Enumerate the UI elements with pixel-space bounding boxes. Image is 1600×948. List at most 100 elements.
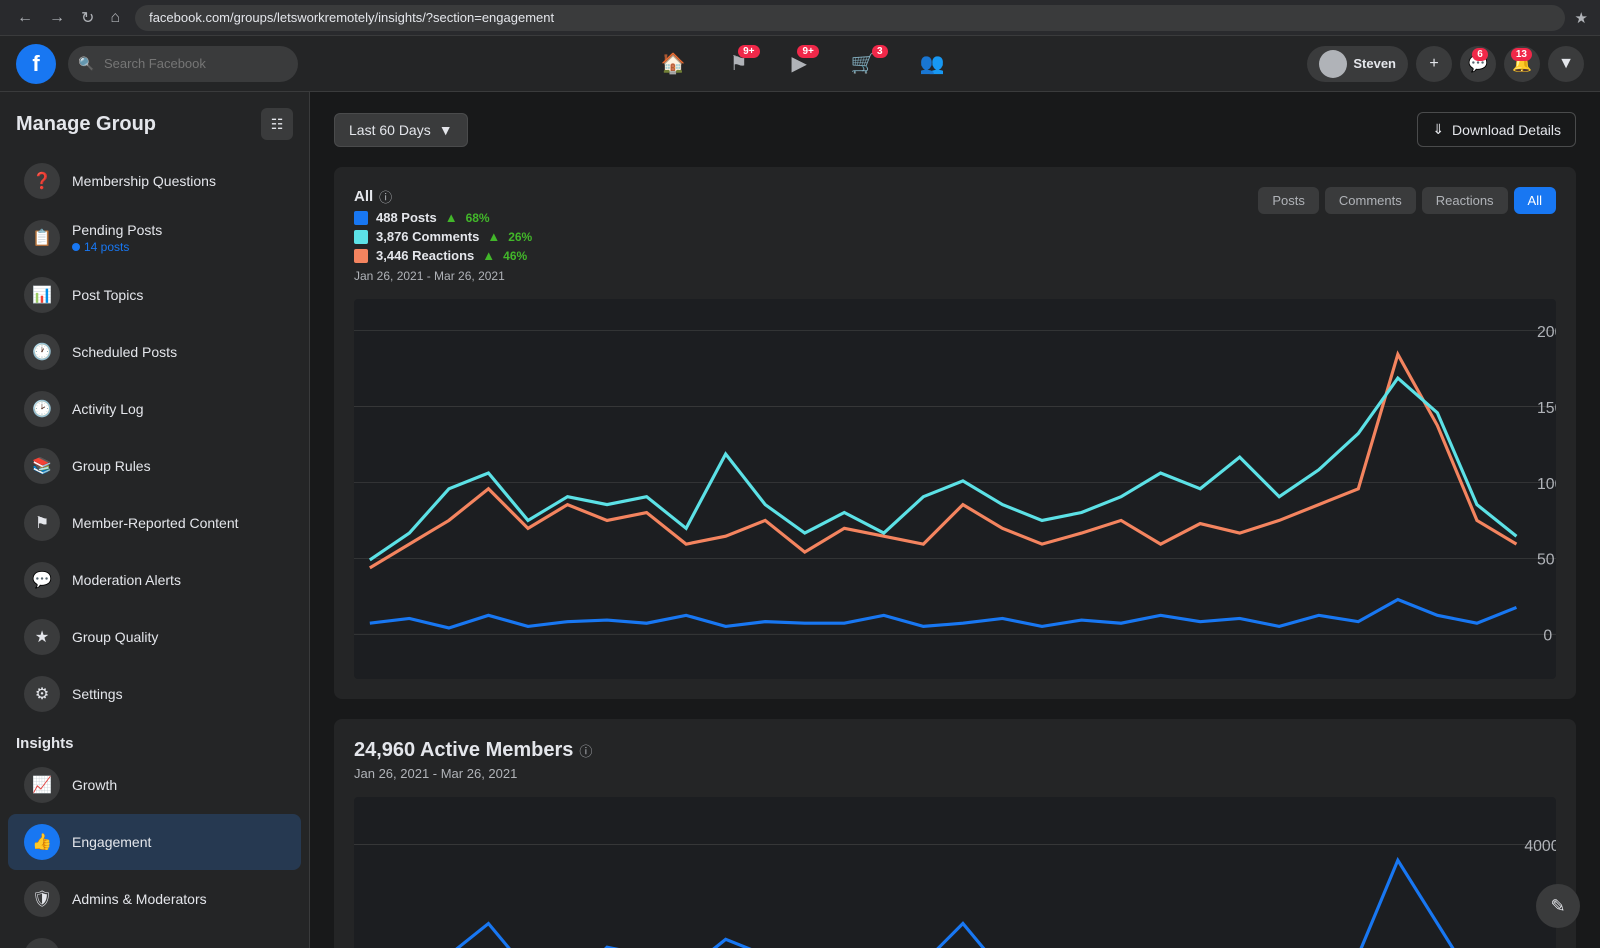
sidebar-item-label: Membership Questions <box>72 173 216 189</box>
comments-change: 26% <box>508 230 532 244</box>
posts-value: 488 Posts <box>376 210 437 225</box>
sidebar-item-membership[interactable]: 👥 Membership <box>8 928 301 948</box>
svg-text:4000: 4000 <box>1524 837 1556 854</box>
sidebar-item-group-quality[interactable]: ★ Group Quality <box>8 609 301 665</box>
download-details-button[interactable]: ⇓ Download Details <box>1417 112 1576 147</box>
active-members-left: 24,960 Active Members ⓘ Jan 26, 2021 - M… <box>354 739 592 781</box>
membership-questions-icon: ❓ <box>24 163 60 199</box>
sidebar-header: Manage Group ☷ <box>0 108 309 152</box>
sidebar-item-label: Growth <box>72 777 117 793</box>
sidebar-item-settings[interactable]: ⚙ Settings <box>8 666 301 722</box>
sidebar-item-engagement[interactable]: 👍 Engagement <box>8 814 301 870</box>
posts-color <box>354 211 368 225</box>
sidebar-item-member-reported[interactable]: ⚑ Member-Reported Content <box>8 495 301 551</box>
chart-info-icon[interactable]: ⓘ <box>379 187 392 206</box>
sidebar-collapse-button[interactable]: ☷ <box>261 108 293 140</box>
chart-title-row: All ⓘ <box>354 187 532 206</box>
video-nav-icon[interactable]: ▶ 9+ <box>772 43 827 84</box>
address-bar[interactable] <box>135 5 1564 31</box>
sidebar-item-label: Group Rules <box>72 458 151 474</box>
notifications-icon[interactable]: 🔔 13 <box>1504 46 1540 82</box>
sidebar-item-label: Pending Posts <box>72 222 162 238</box>
user-name: Steven <box>1353 56 1396 71</box>
sidebar-item-scheduled-posts[interactable]: 🕐 Scheduled Posts <box>8 324 301 380</box>
sidebar-item-growth[interactable]: 📈 Growth <box>8 757 301 813</box>
chart-left: All ⓘ 488 Posts ▲ 68% 3,876 Comments <box>354 187 532 283</box>
active-members-date: Jan 26, 2021 - Mar 26, 2021 <box>354 766 592 781</box>
download-label: Download Details <box>1452 122 1561 138</box>
add-button[interactable]: + <box>1416 46 1452 82</box>
settings-icon: ⚙ <box>24 676 60 712</box>
home-nav-icon[interactable]: 🏠 <box>641 43 706 84</box>
filter-comments-button[interactable]: Comments <box>1325 187 1416 214</box>
filter-reactions-button[interactable]: Reactions <box>1422 187 1508 214</box>
user-menu-button[interactable]: Steven <box>1307 46 1408 82</box>
sidebar-item-activity-log[interactable]: 🕑 Activity Log <box>8 381 301 437</box>
messenger-icon[interactable]: 💬 6 <box>1460 46 1496 82</box>
legend-reactions: 3,446 Reactions ▲ 46% <box>354 248 532 263</box>
date-filter-button[interactable]: Last 60 Days ▼ <box>334 113 468 147</box>
video-badge: 9+ <box>797 45 818 58</box>
search-wrapper: 🔍 <box>68 46 298 82</box>
menu-icon[interactable]: ▼ <box>1548 46 1584 82</box>
filter-posts-button[interactable]: Posts <box>1258 187 1319 214</box>
sidebar-item-label: Member-Reported Content <box>72 515 239 531</box>
search-input[interactable] <box>68 46 298 82</box>
groups-nav-icon[interactable]: 👥 <box>900 43 965 84</box>
pending-posts-count: 14 posts <box>72 240 162 254</box>
back-button[interactable]: ← <box>12 7 38 29</box>
sidebar-item-label: Group Quality <box>72 629 158 645</box>
active-members-chart-container: 4000 2000 <box>354 797 1556 948</box>
pending-posts-icon: 📋 <box>24 220 60 256</box>
pending-posts-text-wrap: Pending Posts 14 posts <box>72 222 162 254</box>
bookmark-icon[interactable]: ★ <box>1575 9 1588 27</box>
group-rules-icon: 📚 <box>24 448 60 484</box>
sidebar-item-membership-questions[interactable]: ❓ Membership Questions <box>8 153 301 209</box>
browser-nav-buttons: ← → ↻ ⌂ <box>12 6 125 30</box>
legend-posts: 488 Posts ▲ 68% <box>354 210 532 225</box>
search-icon: 🔍 <box>78 56 94 72</box>
sidebar-item-admins-moderators[interactable]: 🛡 Admins & Moderators <box>8 871 301 927</box>
store-nav-icon[interactable]: 🛒 3 <box>831 43 896 84</box>
content-area: Last 60 Days ▼ ⇓ Download Details All ⓘ <box>310 92 1600 948</box>
active-members-chart: 4000 2000 <box>354 797 1556 948</box>
edit-icon: ✎ <box>1550 896 1565 917</box>
sidebar-item-group-rules[interactable]: 📚 Group Rules <box>8 438 301 494</box>
svg-text:100: 100 <box>1537 476 1556 493</box>
engagement-icon: 👍 <box>24 824 60 860</box>
sidebar-item-pending-posts[interactable]: 📋 Pending Posts 14 posts <box>8 210 301 266</box>
sidebar-item-post-topics[interactable]: 📊 Post Topics <box>8 267 301 323</box>
svg-text:0: 0 <box>1543 628 1552 645</box>
flag-nav-icon[interactable]: ⚑ 9+ <box>710 43 768 84</box>
content-header: Last 60 Days ▼ ⇓ Download Details <box>334 112 1576 147</box>
forward-button[interactable]: → <box>44 7 70 29</box>
active-members-header: 24,960 Active Members ⓘ Jan 26, 2021 - M… <box>354 739 1556 781</box>
active-members-chart-card: 24,960 Active Members ⓘ Jan 26, 2021 - M… <box>334 719 1576 948</box>
svg-text:200: 200 <box>1537 324 1556 341</box>
edit-fab-button[interactable]: ✎ <box>1536 884 1580 928</box>
main-layout: Manage Group ☷ ❓ Membership Questions 📋 … <box>0 92 1600 948</box>
date-filter-label: Last 60 Days <box>349 122 431 138</box>
home-button[interactable]: ⌂ <box>105 7 125 29</box>
moderation-alerts-icon: 💬 <box>24 562 60 598</box>
active-members-info-icon[interactable]: ⓘ <box>579 741 592 760</box>
navbar-right: Steven + 💬 6 🔔 13 ▼ <box>1307 46 1584 82</box>
engagement-chart: 200 150 100 50 0 <box>354 299 1556 679</box>
sidebar-item-label: Activity Log <box>72 401 144 417</box>
sidebar-item-label: Scheduled Posts <box>72 344 177 360</box>
svg-text:50: 50 <box>1537 552 1555 569</box>
comments-color <box>354 230 368 244</box>
sidebar-item-label: Post Topics <box>72 287 143 303</box>
sidebar-item-label: Moderation Alerts <box>72 572 181 588</box>
facebook-logo: f <box>16 44 56 84</box>
sidebar-item-moderation-alerts[interactable]: 💬 Moderation Alerts <box>8 552 301 608</box>
filter-all-button[interactable]: All <box>1514 187 1556 214</box>
posts-change: 68% <box>466 211 490 225</box>
active-members-title: 24,960 Active Members <box>354 739 573 762</box>
reload-button[interactable]: ↻ <box>76 6 99 30</box>
sidebar-item-label: Engagement <box>72 834 151 850</box>
browser-bar: ← → ↻ ⌂ ★ <box>0 0 1600 36</box>
activity-log-icon: 🕑 <box>24 391 60 427</box>
sidebar-item-label: Settings <box>72 686 123 702</box>
facebook-navbar: f 🔍 🏠 ⚑ 9+ ▶ 9+ 🛒 3 👥 Steven + 💬 6 🔔 <box>0 36 1600 92</box>
